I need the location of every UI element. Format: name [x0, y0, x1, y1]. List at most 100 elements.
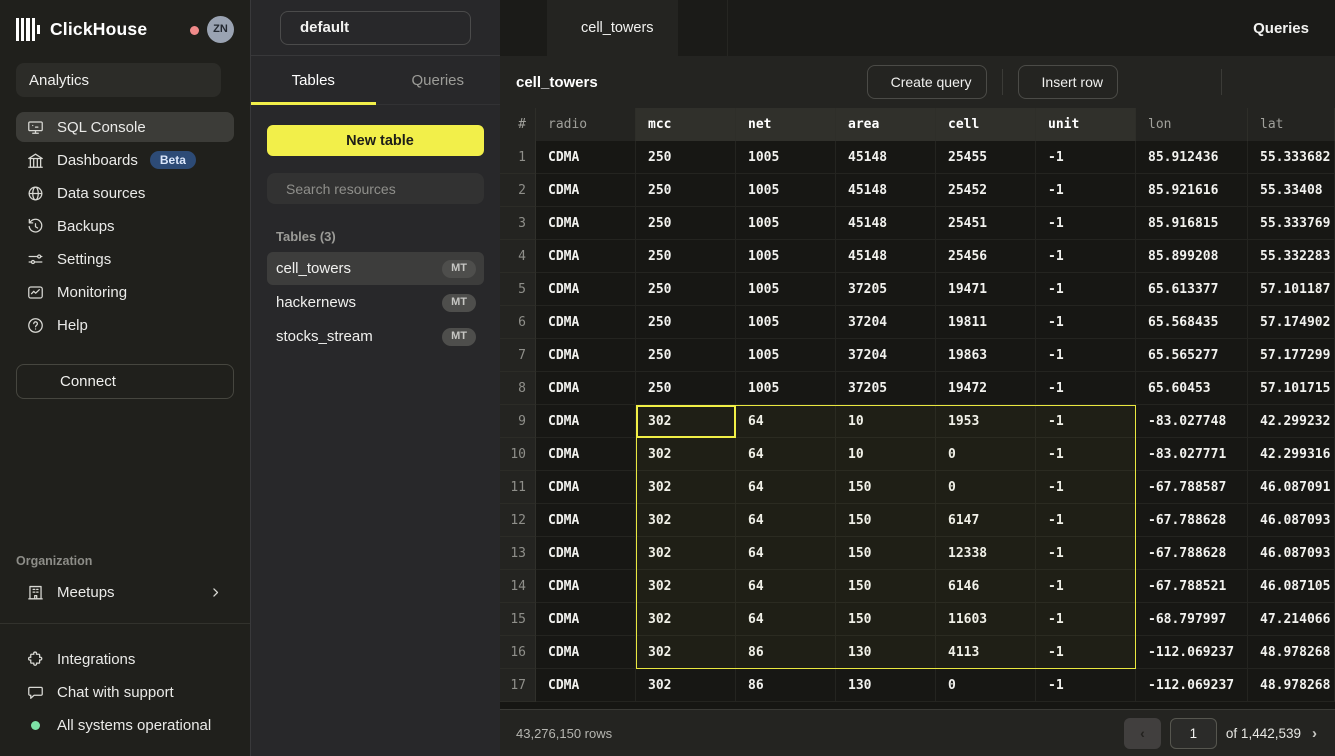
table-cell[interactable]: 48.978268 [1248, 636, 1335, 669]
row-number[interactable]: 16 [500, 636, 536, 669]
row-number[interactable]: 15 [500, 603, 536, 636]
table-cell[interactable]: 37204 [836, 339, 936, 372]
table-cell[interactable]: 302 [636, 570, 736, 603]
table-cell[interactable]: 150 [836, 504, 936, 537]
table-cell[interactable]: 1005 [736, 240, 836, 273]
table-cell[interactable]: 64 [736, 471, 836, 504]
table-cell[interactable]: 45148 [836, 207, 936, 240]
column-header-lat[interactable]: lat [1248, 108, 1335, 141]
table-cell[interactable]: 55.332283 [1248, 240, 1335, 273]
table-cell[interactable]: -1 [1036, 438, 1136, 471]
table-cell[interactable]: 1005 [736, 174, 836, 207]
table-cell[interactable]: 1005 [736, 306, 836, 339]
table-cell[interactable]: 6146 [936, 570, 1036, 603]
sidebar-item-system-status[interactable]: All systems operational [16, 710, 234, 740]
row-number[interactable]: 13 [500, 537, 536, 570]
table-cell[interactable]: 250 [636, 240, 736, 273]
table-cell[interactable]: 19811 [936, 306, 1036, 339]
table-list-item-cell_towers[interactable]: cell_towersMT [267, 252, 484, 285]
table-cell[interactable]: -1 [1036, 537, 1136, 570]
table-cell[interactable]: 150 [836, 603, 936, 636]
row-number[interactable]: 12 [500, 504, 536, 537]
table-cell[interactable]: -1 [1036, 669, 1136, 702]
row-number[interactable]: 11 [500, 471, 536, 504]
table-cell[interactable]: 250 [636, 372, 736, 405]
explorer-tab-queries[interactable]: Queries [376, 56, 501, 104]
table-cell[interactable]: 19863 [936, 339, 1036, 372]
table-cell[interactable]: 64 [736, 570, 836, 603]
table-cell[interactable]: CDMA [536, 306, 636, 339]
table-cell[interactable]: 250 [636, 339, 736, 372]
column-header-mcc[interactable]: mcc [636, 108, 736, 141]
table-cell[interactable]: 55.333682 [1248, 141, 1335, 174]
table-cell[interactable]: 85.899208 [1136, 240, 1248, 273]
refresh-button[interactable] [1281, 65, 1319, 99]
table-cell[interactable]: -1 [1036, 372, 1136, 405]
row-number[interactable]: 3 [500, 207, 536, 240]
queries-button[interactable]: Queries [1244, 20, 1309, 37]
table-cell[interactable]: 302 [636, 438, 736, 471]
table-cell[interactable]: CDMA [536, 537, 636, 570]
table-cell[interactable]: 4113 [936, 636, 1036, 669]
table-list-item-stocks_stream[interactable]: stocks_streamMT [267, 320, 484, 353]
table-cell[interactable]: 25456 [936, 240, 1036, 273]
table-cell[interactable]: CDMA [536, 372, 636, 405]
table-cell[interactable]: -67.788521 [1136, 570, 1248, 603]
sort-button[interactable] [1168, 65, 1206, 99]
create-query-button[interactable]: Create query [867, 65, 987, 99]
table-cell[interactable]: CDMA [536, 471, 636, 504]
insert-row-button[interactable]: Insert row [1018, 65, 1118, 99]
table-cell[interactable]: 57.101187 [1248, 273, 1335, 306]
column-header-lon[interactable]: lon [1136, 108, 1248, 141]
table-cell[interactable]: CDMA [536, 339, 636, 372]
table-cell[interactable]: 64 [736, 438, 836, 471]
table-cell[interactable]: 57.101715 [1248, 372, 1335, 405]
table-cell[interactable]: 130 [836, 669, 936, 702]
table-cell[interactable]: CDMA [536, 240, 636, 273]
table-cell[interactable]: -1 [1036, 504, 1136, 537]
tab-cell-towers[interactable]: cell_towers [547, 0, 678, 56]
sidebar-item-meetups[interactable]: Meetups [16, 577, 234, 607]
table-cell[interactable]: 302 [636, 603, 736, 636]
page-number-input[interactable] [1170, 718, 1217, 749]
row-number[interactable]: 14 [500, 570, 536, 603]
table-cell[interactable]: 0 [936, 471, 1036, 504]
sidebar-item-chat-with-support[interactable]: Chat with support [16, 677, 234, 707]
table-cell[interactable]: CDMA [536, 141, 636, 174]
search-input[interactable] [284, 180, 474, 198]
table-cell[interactable]: 85.916815 [1136, 207, 1248, 240]
table-cell[interactable]: CDMA [536, 174, 636, 207]
table-cell[interactable]: 25452 [936, 174, 1036, 207]
table-cell[interactable]: 250 [636, 306, 736, 339]
table-cell[interactable]: 65.613377 [1136, 273, 1248, 306]
table-cell[interactable]: 250 [636, 141, 736, 174]
sidebar-item-integrations[interactable]: Integrations [16, 644, 234, 674]
row-number[interactable]: 17 [500, 669, 536, 702]
table-cell[interactable]: 85.921616 [1136, 174, 1248, 207]
row-number[interactable]: 4 [500, 240, 536, 273]
row-number[interactable]: 9 [500, 405, 536, 438]
table-cell[interactable]: 45148 [836, 174, 936, 207]
row-number[interactable]: 6 [500, 306, 536, 339]
table-cell[interactable]: 10 [836, 405, 936, 438]
sidebar-item-backups[interactable]: Backups [16, 211, 234, 241]
table-cell[interactable]: -1 [1036, 273, 1136, 306]
connect-button[interactable]: Connect [16, 364, 234, 399]
table-cell[interactable]: -67.788628 [1136, 504, 1248, 537]
table-cell[interactable]: 150 [836, 570, 936, 603]
table-cell[interactable]: 130 [836, 636, 936, 669]
new-table-button[interactable]: New table [267, 125, 484, 156]
table-cell[interactable]: 55.333769 [1248, 207, 1335, 240]
table-cell[interactable]: 1005 [736, 372, 836, 405]
table-cell[interactable]: 1953 [936, 405, 1036, 438]
row-number[interactable]: 5 [500, 273, 536, 306]
table-cell[interactable]: 6147 [936, 504, 1036, 537]
table-list-item-hackernews[interactable]: hackernewsMT [267, 286, 484, 319]
table-cell[interactable]: -1 [1036, 603, 1136, 636]
table-cell[interactable]: 1005 [736, 273, 836, 306]
table-cell[interactable]: 19472 [936, 372, 1036, 405]
table-cell[interactable]: CDMA [536, 438, 636, 471]
table-cell[interactable]: -1 [1036, 306, 1136, 339]
sidebar-item-monitoring[interactable]: Monitoring [16, 277, 234, 307]
table-cell[interactable]: CDMA [536, 207, 636, 240]
